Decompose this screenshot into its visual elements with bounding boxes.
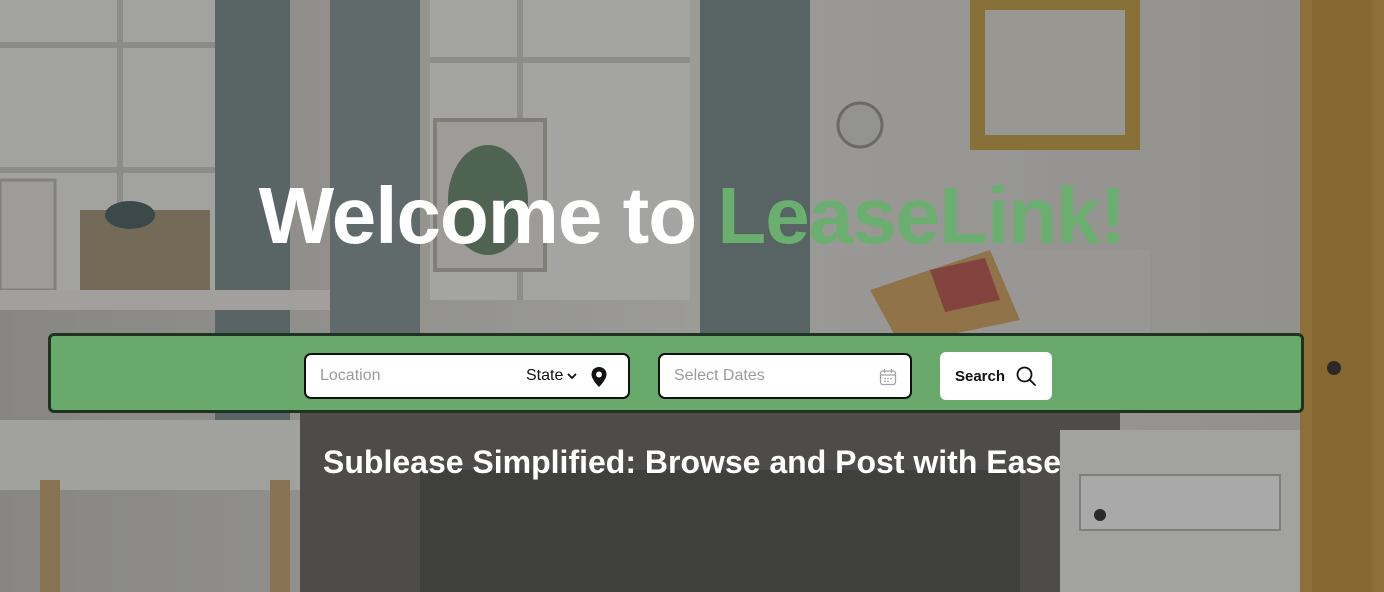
search-button-label: Search (954, 367, 1006, 385)
chevron-down-icon (567, 373, 577, 379)
state-dropdown[interactable]: State (526, 367, 578, 385)
location-field: State (304, 353, 630, 399)
tagline: Sublease Simplified: Browse and Post wit… (323, 444, 1061, 480)
search-bar: State (48, 333, 1304, 413)
calendar-icon (879, 368, 897, 386)
hero-section: Welcome to LeaseLink! State (0, 0, 1384, 592)
map-pin-icon[interactable] (590, 366, 608, 388)
headline-prefix: Welcome to (258, 171, 718, 260)
dark-overlay (0, 0, 1384, 592)
page-title: Welcome to LeaseLink! (0, 168, 1384, 264)
state-dropdown-label: State (526, 367, 564, 384)
location-input[interactable] (320, 355, 510, 397)
dates-input[interactable] (674, 355, 864, 397)
search-button[interactable]: Search (940, 352, 1052, 400)
brand-name: LeaseLink! (717, 171, 1126, 260)
dates-field[interactable] (658, 353, 912, 399)
search-icon (1016, 366, 1036, 386)
